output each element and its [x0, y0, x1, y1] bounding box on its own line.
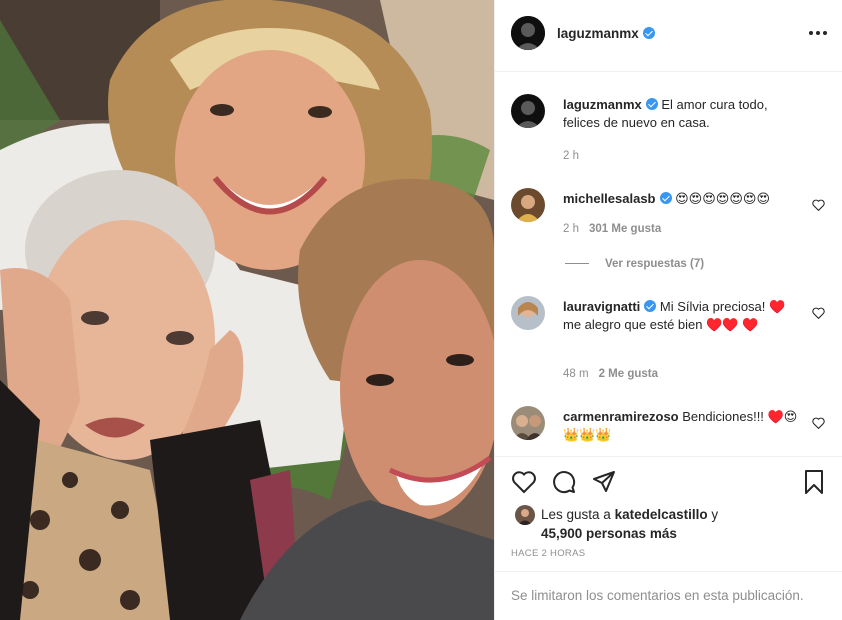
author-username[interactable]: laguzmanmx — [557, 26, 655, 41]
verified-icon — [659, 192, 672, 204]
comment-time: 2 h — [563, 223, 579, 235]
view-replies-label[interactable]: Ver respuestas (7) — [605, 258, 704, 270]
heart-icon[interactable] — [511, 469, 537, 495]
share-icon[interactable] — [591, 469, 617, 495]
comment-avatar[interactable] — [511, 188, 545, 222]
comment-time: 48 m — [563, 368, 589, 380]
caption-avatar[interactable] — [511, 94, 545, 128]
caption: laguzmanmx El amor cura todo, felices de… — [511, 94, 831, 174]
comment-text: 😍😍😍😍😍😍😍 — [675, 191, 770, 206]
bookmark-icon[interactable] — [801, 469, 827, 495]
comment-likes[interactable]: 301 Me gusta — [589, 223, 661, 235]
comment-like-icon[interactable] — [812, 417, 825, 429]
comments-list: laguzmanmx El amor cura todo, felices de… — [495, 72, 842, 458]
author-username-text[interactable]: laguzmanmx — [557, 26, 639, 41]
comment-username[interactable]: michellesalasb — [563, 191, 656, 206]
post-time[interactable]: HACE 2 HORAS — [511, 548, 585, 559]
comment-meta: 48 m 2 Me gusta — [563, 368, 658, 380]
likes-text: Les gusta a katedelcastillo y 45,900 per… — [541, 505, 718, 543]
post-photo[interactable] — [0, 0, 494, 620]
likes-connector: y — [711, 507, 719, 522]
verified-icon — [642, 27, 655, 39]
verified-icon — [644, 300, 657, 312]
likes-count[interactable]: 45,900 personas más — [541, 526, 677, 541]
liker-avatar[interactable] — [515, 505, 535, 525]
likes-prefix: Les gusta a — [541, 507, 611, 522]
comment-likes[interactable]: 2 Me gusta — [599, 368, 658, 380]
instagram-post: laguzmanmx laguzmanmx El amor cura todo,… — [0, 0, 842, 620]
liker-username[interactable]: katedelcastillo — [615, 507, 708, 522]
comment-avatar[interactable] — [511, 406, 545, 440]
view-replies-button[interactable]: Ver respuestas (7) — [565, 258, 704, 270]
caption-text: laguzmanmx El amor cura todo, felices de… — [563, 96, 801, 132]
comment-item: michellesalasb 😍😍😍😍😍😍😍 2 h 301 Me gusta V… — [511, 188, 831, 288]
more-options-icon[interactable] — [809, 26, 827, 40]
comments-limited-notice: Se limitaron los comentarios en esta pub… — [495, 571, 842, 620]
comment-username[interactable]: carmenramirezoso — [563, 409, 679, 424]
caption-username[interactable]: laguzmanmx — [563, 97, 642, 112]
replies-line — [565, 263, 589, 265]
comment-body: lauravignatti Mi Sílvia preciosa! ♥️ me … — [563, 298, 801, 334]
comments-limited-text: Se limitaron los comentarios en esta pub… — [511, 588, 804, 603]
comment-avatar[interactable] — [511, 296, 545, 330]
caption-time: 2 h — [563, 150, 579, 162]
comment-like-icon[interactable] — [812, 307, 825, 319]
photo-illustration — [0, 0, 494, 620]
comment-username[interactable]: lauravignatti — [563, 299, 640, 314]
author-avatar[interactable] — [511, 16, 545, 50]
post-header: laguzmanmx — [495, 0, 842, 72]
comment-item: lauravignatti Mi Sílvia preciosa! ♥️ me … — [511, 296, 831, 396]
comment-icon[interactable] — [551, 469, 577, 495]
comment-body: michellesalasb 😍😍😍😍😍😍😍 — [563, 190, 801, 208]
post-actions: Les gusta a katedelcastillo y 45,900 per… — [495, 456, 842, 571]
comment-item: carmenramirezoso Bendiciones!!! ♥️😍👑👑👑 — [511, 406, 831, 456]
verified-icon — [645, 98, 658, 110]
comment-body: carmenramirezoso Bendiciones!!! ♥️😍👑👑👑 — [563, 408, 801, 444]
post-side-panel: laguzmanmx laguzmanmx El amor cura todo,… — [494, 0, 842, 620]
comment-like-icon[interactable] — [812, 199, 825, 211]
comment-meta: 2 h 301 Me gusta — [563, 223, 661, 235]
